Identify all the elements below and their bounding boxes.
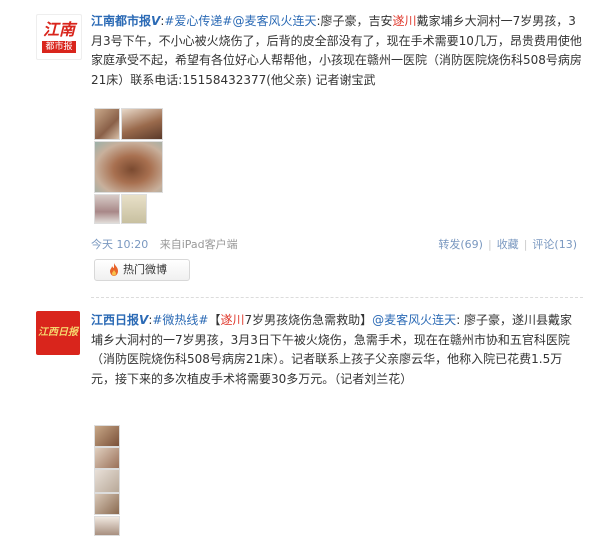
avatar-jiangnan-dushibao[interactable]: 江南 都市报 [36,14,82,60]
photo-thumbnail[interactable] [94,447,120,469]
photo-thumbnail[interactable] [94,194,120,224]
keyword-highlight: 遂川 [392,14,417,28]
photo-thumbnail[interactable] [94,108,120,140]
post-1-footer: 今天 10:20 来自iPad客户端 转发(69) | 收藏 | 评论(13) [91,236,577,254]
separator: | [487,238,492,251]
photo-thumbnail[interactable] [94,516,120,536]
author-name-link[interactable]: 江南都市报 [91,14,151,28]
mention-link[interactable]: @麦客风火连天 [232,14,316,28]
headline-text: 7岁男孩烧伤急需救助 [244,313,361,327]
flame-icon [110,263,118,276]
post-time-link[interactable]: 今天 10:20 [91,238,148,251]
avatar-logo-subtext: 都市报 [42,41,76,53]
photo-thumbnail[interactable] [121,108,163,140]
post-1-text: 江南都市报V:#爱心传递#@麦客风火连天:廖子豪，吉安遂川戴家埔乡大洞村一7岁男… [91,12,583,90]
topic-link[interactable]: #微热线# [152,313,208,327]
verified-icon: V [151,14,161,28]
photo-thumbnail[interactable] [121,194,147,224]
repost-link[interactable]: 转发(69) [438,238,483,251]
author-name-link[interactable]: 江西日报 [91,313,139,327]
comment-link[interactable]: 评论(13) [532,238,577,251]
mention-link[interactable]: @麦客风火连天 [372,313,456,327]
post-2-text: 江西日报V:#微热线#【遂川7岁男孩烧伤急需救助】@麦客风火连天: 廖子豪，遂川… [91,311,583,389]
weibo-post-1: 江南 都市报 江南都市报V:#爱心传递#@麦客风火连天:廖子豪，吉安遂川戴家埔乡… [0,0,600,297]
post-text-a: :廖子豪，吉安 [316,14,393,28]
post-source[interactable]: 来自iPad客户端 [160,238,238,251]
headline-bracket-close: 】 [360,313,373,327]
headline-bracket-open: 【 [208,313,221,327]
keyword-highlight: 遂川 [220,313,245,327]
separator: | [523,238,528,251]
hot-weibo-label: 热门微博 [123,263,167,276]
verified-icon: V [139,313,149,327]
avatar-logo-text: 江南 [42,20,75,39]
photo-thumbnail[interactable] [94,493,120,515]
avatar-logo-text: 江西日报 [38,327,78,338]
weibo-post-2: 江西日报 江西日报V:#微热线#【遂川7岁男孩烧伤急需救助】@麦客风火连天: 廖… [0,297,600,541]
avatar-jiangxi-ribao[interactable]: 江西日报 [36,311,80,355]
favorite-link[interactable]: 收藏 [497,238,519,251]
topic-link[interactable]: #爱心传递# [164,14,232,28]
photo-thumbnail[interactable] [94,425,120,447]
hot-weibo-button[interactable]: 热门微博 [94,259,190,281]
photo-thumbnail[interactable] [94,141,163,193]
photo-thumbnail[interactable] [94,469,120,493]
